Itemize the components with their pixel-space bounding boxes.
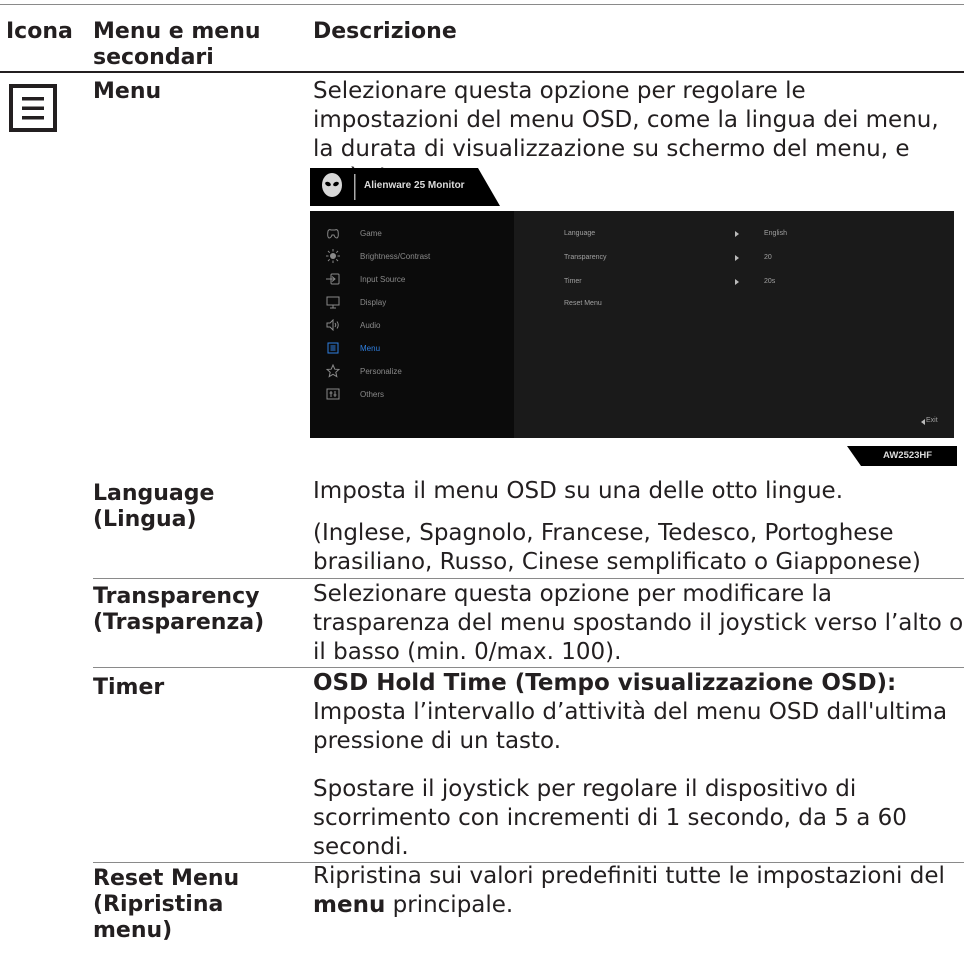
term-reset-it-2: menu) <box>93 918 173 943</box>
header-icon-col: Icona <box>6 19 73 44</box>
desc-reset-bold: menu <box>313 892 386 918</box>
monitor-icon <box>326 295 340 309</box>
desc-reset-post: principale. <box>385 892 514 918</box>
osd-item-input-source[interactable]: Input Source <box>326 269 405 289</box>
desc-reset-pre: Ripristina sui valori predefiniti tutte … <box>313 863 945 889</box>
osd-item-label: Brightness/Contrast <box>360 251 431 261</box>
term-language: Language <box>93 481 215 506</box>
term-transparency-it: (Trasparenza) <box>93 610 265 635</box>
arrow-left-icon <box>921 419 925 425</box>
desc-timer-bold: OSD Hold Time (Tempo visualizzazione OSD… <box>313 670 897 696</box>
osd-item-others[interactable]: Others <box>326 384 384 404</box>
top-rule <box>0 4 964 5</box>
term-transparency: Transparency <box>93 584 260 609</box>
osd-exit[interactable]: Exit <box>926 417 938 424</box>
arrow-right-icon <box>735 231 739 237</box>
osd-item-label: Audio <box>360 320 381 330</box>
osd-option-timer-value: 20s <box>764 278 776 285</box>
others-icon <box>326 387 340 401</box>
osd-option-language[interactable]: Language <box>564 230 595 237</box>
osd-title-bar: Alienware 25 Monitor <box>310 168 500 210</box>
osd-item-label: Input Source <box>360 274 406 284</box>
osd-item-label: Personalize <box>360 366 402 376</box>
osd-item-personalize[interactable]: Personalize <box>326 361 402 381</box>
desc-timer-1: OSD Hold Time (Tempo visualizzazione OSD… <box>313 669 964 756</box>
gamepad-icon <box>326 226 340 240</box>
osd-item-game[interactable]: Game <box>326 223 382 243</box>
desc-language-1: Imposta il menu OSD su una delle otto li… <box>313 478 844 504</box>
osd-option-transparency-value: 20 <box>764 254 772 261</box>
term-menu: Menu <box>93 79 162 104</box>
star-icon <box>326 364 340 378</box>
osd-options-panel: Language English Transparency 20 Timer 2… <box>514 211 954 438</box>
header-rule <box>0 71 964 73</box>
osd-model: AW2523HF <box>883 450 933 461</box>
osd-option-reset-menu[interactable]: Reset Menu <box>564 300 602 307</box>
osd-item-audio[interactable]: Audio <box>326 315 380 335</box>
term-reset-it-1: (Ripristina <box>93 892 224 917</box>
speaker-icon <box>326 318 340 332</box>
osd-option-transparency[interactable]: Transparency <box>564 254 607 261</box>
desc-language-2: (Inglese, Spagnolo, Francese, Tedesco, P… <box>313 520 921 575</box>
row-rule <box>93 578 964 579</box>
osd-item-label: Others <box>360 389 385 399</box>
header-menu-col-line2: secondari <box>93 45 214 70</box>
sun-icon <box>326 249 340 263</box>
header-desc-col: Descrizione <box>313 19 457 44</box>
desc-transparency: Selezionare questa opzione per modificar… <box>313 581 964 665</box>
desc-timer-rest: Imposta l’intervallo d’attività del menu… <box>313 699 948 754</box>
osd-item-brightness[interactable]: Brightness/Contrast <box>326 246 430 266</box>
osd-item-menu[interactable]: Menu <box>326 338 380 358</box>
osd-item-label: Game <box>360 228 382 238</box>
osd-item-label: Display <box>360 297 387 307</box>
desc-timer-2: Spostare il joystick per regolare il dis… <box>313 776 907 860</box>
arrow-right-icon <box>735 255 739 261</box>
osd-option-language-value: English <box>764 230 787 237</box>
osd-title: Alienware 25 Monitor <box>364 180 465 191</box>
arrow-right-icon <box>735 279 739 285</box>
input-source-icon <box>326 272 340 286</box>
row-rule <box>93 667 964 668</box>
osd-item-label: Menu <box>360 343 381 353</box>
osd-model-tag: AW2523HF <box>847 446 957 466</box>
term-timer: Timer <box>93 675 165 700</box>
osd-item-display[interactable]: Display <box>326 292 386 312</box>
term-reset: Reset Menu <box>93 866 240 891</box>
menu-list-icon <box>326 341 340 355</box>
osd-panel: Game Brightness/Contrast Input Source Di… <box>310 211 954 438</box>
menu-list-icon <box>8 83 60 135</box>
desc-reset: Ripristina sui valori predefiniti tutte … <box>313 862 963 920</box>
term-language-it: (Lingua) <box>93 507 197 532</box>
osd-option-timer[interactable]: Timer <box>564 278 582 285</box>
osd-menu-list: Game Brightness/Contrast Input Source Di… <box>310 211 514 438</box>
header-menu-col-line1: Menu e menu <box>93 19 261 44</box>
